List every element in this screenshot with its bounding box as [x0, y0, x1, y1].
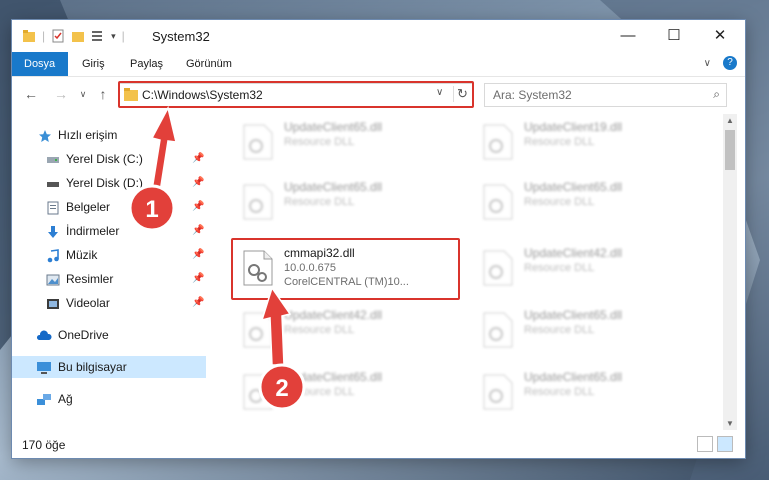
dll-file-icon: [482, 184, 514, 220]
scroll-up-icon[interactable]: ▲: [726, 116, 734, 125]
scroll-thumb[interactable]: [725, 130, 735, 170]
close-button[interactable]: ✕: [697, 20, 743, 52]
sidebar-item-documents[interactable]: Belgeler 📌: [12, 196, 206, 218]
pin-icon[interactable]: 📌: [192, 196, 204, 218]
computer-icon: [36, 360, 51, 374]
file-tile[interactable]: UpdateClient42.dll Resource DLL: [472, 242, 702, 292]
quick-access-toolbar: | ▾ |: [22, 29, 125, 43]
cloud-icon: [36, 328, 52, 342]
pin-icon[interactable]: 📌: [192, 292, 204, 314]
chevron-down-icon[interactable]: ▾: [111, 31, 116, 42]
view-switcher: [697, 436, 733, 452]
details-view-icon[interactable]: [697, 436, 713, 452]
ribbon-tabs: Dosya Giriş Paylaş Görünüm ∨ ?: [12, 52, 745, 77]
help-icon[interactable]: ?: [723, 56, 737, 70]
sidebar-item-this-pc[interactable]: Bu bilgisayar: [12, 356, 206, 378]
address-highlight-box: [118, 81, 474, 108]
file-tile[interactable]: UpdateClient19.dll Resource DLL: [472, 116, 702, 166]
file-tile[interactable]: UpdateClient65.dll Resource DLL: [232, 366, 462, 416]
tab-file[interactable]: Dosya: [12, 52, 68, 76]
download-icon: [46, 224, 60, 238]
dll-file-icon: [482, 312, 514, 348]
drive-icon: [46, 176, 60, 190]
dll-file-icon: [242, 124, 274, 160]
search-icon: ⌕: [713, 87, 720, 101]
vertical-scrollbar[interactable]: ▲ ▼: [723, 114, 737, 430]
sidebar-item-network[interactable]: Ağ: [12, 388, 206, 410]
pin-icon[interactable]: 📌: [192, 220, 204, 242]
minimize-button[interactable]: —: [605, 20, 651, 52]
properties-icon[interactable]: [51, 29, 65, 43]
file-tile[interactable]: UpdateClient65.dll Resource DLL: [232, 176, 462, 226]
pin-icon[interactable]: 📌: [192, 244, 204, 266]
back-button[interactable]: ←: [22, 84, 40, 104]
large-icons-view-icon[interactable]: [717, 436, 733, 452]
customize-icon[interactable]: [91, 29, 105, 43]
new-folder-icon[interactable]: [71, 29, 85, 43]
pin-icon[interactable]: 📌: [192, 172, 204, 194]
folder-icon[interactable]: [22, 29, 36, 43]
file-tile[interactable]: UpdateClient65.dll Resource DLL: [472, 366, 702, 416]
window-title: System32: [152, 29, 210, 44]
file-highlight-box: [231, 238, 460, 300]
pictures-icon: [46, 272, 60, 286]
item-count: 170 öğe: [22, 438, 66, 452]
file-tile[interactable]: UpdateClient65.dll Resource DLL: [232, 116, 462, 166]
star-icon: [38, 128, 52, 142]
sidebar-item-videos[interactable]: Videolar 📌: [12, 292, 206, 314]
dll-file-icon: [242, 184, 274, 220]
status-bar: 170 öğe: [12, 432, 745, 458]
title-bar: | ▾ | System32 — ☐ ✕: [12, 20, 745, 52]
video-icon: [46, 296, 60, 310]
dll-file-icon: [482, 250, 514, 286]
expand-ribbon-icon[interactable]: ∨: [704, 58, 711, 69]
dll-file-icon: [482, 374, 514, 410]
pin-icon[interactable]: 📌: [192, 148, 204, 170]
recent-locations-button[interactable]: ∨: [74, 84, 92, 104]
up-button[interactable]: ↑: [94, 84, 112, 104]
file-tile[interactable]: UpdateClient65.dll Resource DLL: [472, 176, 702, 226]
sidebar-item-pictures[interactable]: Resimler 📌: [12, 268, 206, 290]
sidebar-item-downloads[interactable]: İndirmeler 📌: [12, 220, 206, 242]
drive-icon: [46, 152, 60, 166]
maximize-button[interactable]: ☐: [651, 20, 697, 52]
network-icon: [36, 392, 51, 406]
sidebar-item-quick-access[interactable]: Hızlı erişim: [12, 124, 206, 146]
document-icon: [46, 200, 60, 215]
sidebar-item-disk-d[interactable]: Yerel Disk (D:) 📌: [12, 172, 206, 194]
navigation-pane: Hızlı erişim Yerel Disk (C:) 📌 Yerel Dis…: [12, 114, 206, 430]
search-placeholder: Ara: System32: [493, 88, 572, 102]
sidebar-item-music[interactable]: Müzik 📌: [12, 244, 206, 266]
forward-button[interactable]: →: [52, 84, 70, 104]
tab-view[interactable]: Görünüm: [174, 52, 244, 76]
dll-file-icon: [242, 312, 274, 348]
dll-file-icon: [242, 374, 274, 410]
scroll-down-icon[interactable]: ▼: [726, 419, 734, 428]
music-icon: [46, 248, 60, 263]
pin-icon[interactable]: 📌: [192, 268, 204, 290]
address-row: ← → ∨ ↑ C:\Windows\System32 ∨ ↻ Ara: Sys…: [12, 76, 745, 114]
sidebar-item-onedrive[interactable]: OneDrive: [12, 324, 206, 346]
tab-home[interactable]: Giriş: [70, 52, 117, 76]
search-box[interactable]: Ara: System32 ⌕: [484, 83, 727, 107]
dll-file-icon: [482, 124, 514, 160]
file-tile[interactable]: UpdateClient65.dll Resource DLL: [472, 304, 702, 354]
file-tile[interactable]: UpdateClient42.dll Resource DLL: [232, 304, 462, 354]
sidebar-item-disk-c[interactable]: Yerel Disk (C:) 📌: [12, 148, 206, 170]
tab-share[interactable]: Paylaş: [118, 52, 175, 76]
